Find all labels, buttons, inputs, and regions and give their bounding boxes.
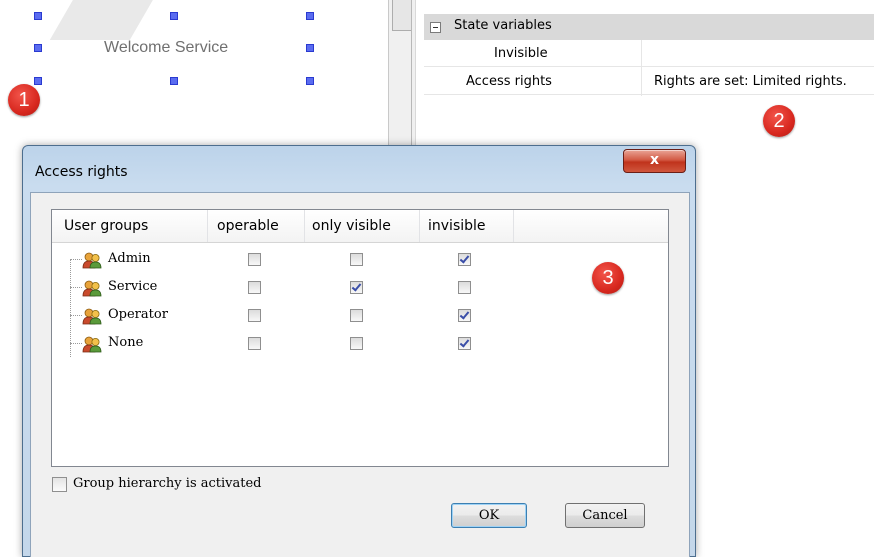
invisible-checkbox[interactable]	[458, 309, 471, 322]
selection-handle[interactable]	[34, 44, 42, 52]
selection-handle[interactable]	[170, 12, 178, 20]
selection-handle[interactable]	[34, 77, 42, 85]
group-name: Operator	[108, 307, 168, 322]
dialog-title: Access rights	[35, 164, 128, 180]
column-header-invisible[interactable]: invisible	[419, 210, 514, 242]
user-group-icon	[82, 279, 102, 297]
invisible-checkbox[interactable]	[458, 281, 471, 294]
group-name: Admin	[108, 251, 151, 266]
column-label: only visible	[312, 218, 391, 234]
group-row-none[interactable]: None	[52, 330, 668, 358]
ok-button[interactable]: OK	[451, 503, 527, 528]
tree-connector	[70, 315, 82, 316]
column-label: operable	[217, 218, 279, 234]
only-visible-checkbox[interactable]	[350, 253, 363, 266]
only-visible-checkbox[interactable]	[350, 337, 363, 350]
operable-checkbox[interactable]	[248, 253, 261, 266]
group-row-service[interactable]: Service	[52, 274, 668, 302]
user-group-icon	[82, 307, 102, 325]
dialog-body: User groups operable only visible invisi…	[30, 192, 690, 557]
callout-badge-2: 2	[763, 105, 795, 137]
selection-handle[interactable]	[170, 77, 178, 85]
decorative-stripe	[49, 0, 171, 40]
property-name: Invisible	[494, 46, 548, 61]
operable-checkbox[interactable]	[248, 281, 261, 294]
user-groups-list[interactable]: User groups operable only visible invisi…	[51, 209, 669, 467]
selection-handle[interactable]	[306, 44, 314, 52]
element-label[interactable]: Welcome Service	[104, 39, 228, 57]
callout-badge-1: 1	[8, 84, 40, 116]
hierarchy-checkbox[interactable]	[52, 477, 67, 492]
column-label: User groups	[64, 218, 149, 234]
column-header-operable[interactable]: operable	[207, 210, 305, 242]
group-row-operator[interactable]: Operator	[52, 302, 668, 330]
only-visible-checkbox[interactable]	[350, 309, 363, 322]
hierarchy-label: Group hierarchy is activated	[73, 476, 262, 491]
property-section-header[interactable]: State variables	[424, 14, 874, 40]
group-row-admin[interactable]: Admin	[52, 246, 668, 274]
invisible-checkbox[interactable]	[458, 337, 471, 350]
only-visible-checkbox[interactable]	[350, 281, 363, 294]
access-rights-dialog: Access rights x User groups operable onl…	[22, 145, 696, 557]
group-name: None	[108, 335, 144, 350]
column-header-only-visible[interactable]: only visible	[304, 210, 420, 242]
selection-handle[interactable]	[306, 77, 314, 85]
property-value: Rights are set: Limited rights.	[654, 74, 847, 89]
group-name: Service	[108, 279, 158, 294]
selection-handle[interactable]	[34, 12, 42, 20]
tree-connector	[70, 287, 82, 288]
scrollbar-thumb[interactable]	[392, 0, 412, 31]
user-group-icon	[82, 251, 102, 269]
list-header: User groups operable only visible invisi…	[52, 210, 668, 243]
property-name: Access rights	[466, 74, 552, 89]
close-button[interactable]: x	[623, 149, 686, 173]
operable-checkbox[interactable]	[248, 309, 261, 322]
operable-checkbox[interactable]	[248, 337, 261, 350]
tree-connector	[70, 259, 82, 260]
property-row-access-rights[interactable]: Access rights Rights are set: Limited ri…	[424, 70, 874, 95]
cancel-button[interactable]: Cancel	[565, 503, 645, 528]
callout-badge-3: 3	[592, 262, 624, 294]
column-header-user-groups[interactable]: User groups	[52, 210, 208, 242]
collapse-icon[interactable]	[430, 22, 441, 33]
tree-connector	[70, 343, 82, 344]
property-row-invisible[interactable]: Invisible	[424, 42, 874, 67]
column-label: invisible	[428, 218, 486, 234]
invisible-checkbox[interactable]	[458, 253, 471, 266]
selection-handle[interactable]	[306, 12, 314, 20]
section-label: State variables	[454, 18, 552, 33]
user-group-icon	[82, 335, 102, 353]
